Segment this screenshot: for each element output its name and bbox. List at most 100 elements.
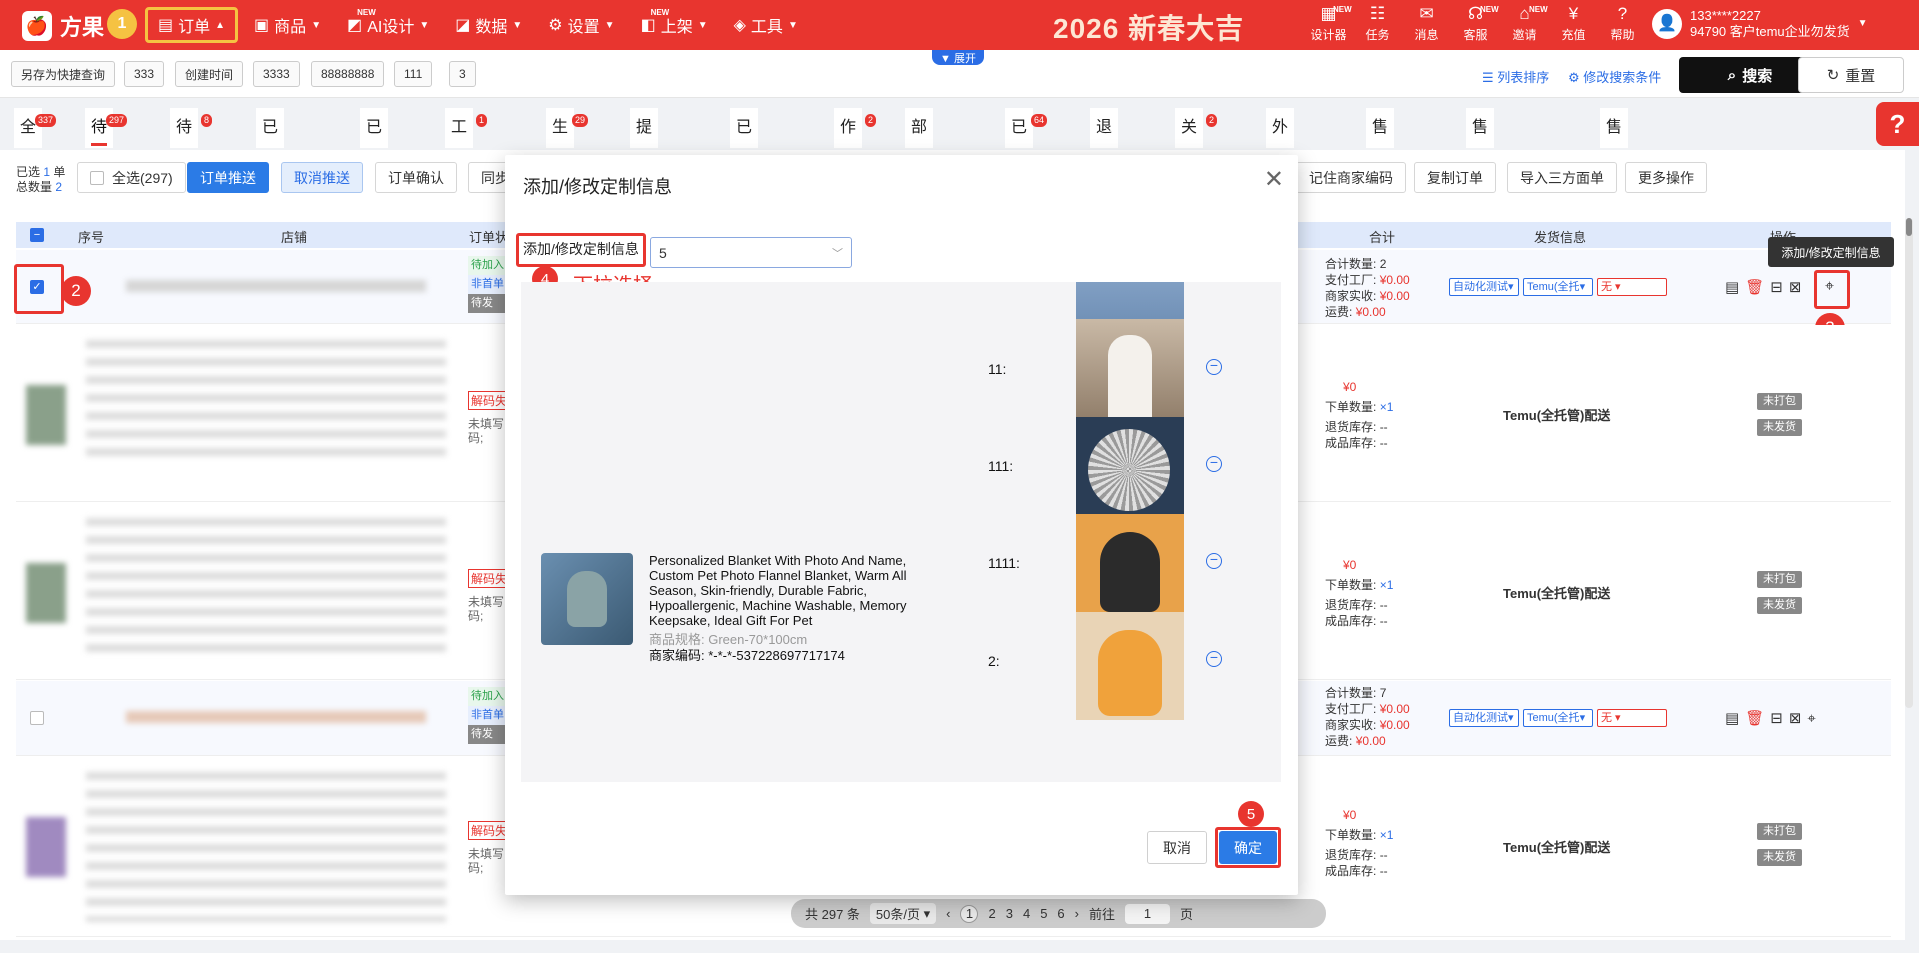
merge-icon[interactable]: ⊠	[1789, 279, 1808, 296]
customize-dropdown[interactable]: 5 ﹀	[650, 237, 852, 268]
tab-pending-sort[interactable]: 待整理297	[85, 108, 128, 216]
cancel-push-button[interactable]: 取消推送	[281, 162, 363, 193]
remove-item-icon[interactable]: −	[1206, 455, 1222, 472]
shelf-icon: ◧	[640, 17, 656, 34]
close-icon[interactable]: ✕	[1264, 165, 1284, 194]
list-sort-link[interactable]: ☰ 列表排序	[1482, 67, 1549, 86]
modify-search-link[interactable]: ⚙ 修改搜索条件	[1568, 67, 1661, 86]
remove-item-icon[interactable]: −	[1206, 358, 1222, 375]
trash-icon[interactable]: 🗑	[1745, 710, 1770, 727]
status-badge: 未打包	[1757, 571, 1802, 588]
select-all-checkbox[interactable]: 全选(297)	[77, 162, 186, 193]
tab-early-ship[interactable]: 提前发货	[630, 108, 659, 256]
cancel-button[interactable]: 取消	[1147, 831, 1207, 864]
goto-page-input[interactable]: 1	[1125, 903, 1171, 924]
tab-shipped[interactable]: 已发货64	[1005, 108, 1048, 216]
tool-invite[interactable]: NEW ⌂ 邀请	[1501, 4, 1548, 43]
tab-aftersale-submitted[interactable]: 售后已提交	[1466, 108, 1495, 296]
nav-goods[interactable]: ▣ 商品 ▼	[244, 7, 331, 43]
more-actions-button[interactable]: 更多操作	[1625, 162, 1707, 193]
header-checkbox[interactable]: −	[30, 228, 44, 242]
nav-settings[interactable]: ⚙ 设置 ▼	[538, 7, 624, 43]
tool-tasks[interactable]: ☷ 任务	[1354, 4, 1401, 43]
merge-icon[interactable]: ⊠	[1789, 710, 1808, 727]
tab-aftersale-done[interactable]: 售后完成	[1600, 108, 1629, 256]
tab-closed[interactable]: 关闭2	[1175, 108, 1218, 176]
page-5[interactable]: 5	[1040, 906, 1047, 921]
nav-ai-design[interactable]: NEW ◩ AI设计 ▼	[337, 7, 439, 43]
page-4[interactable]: 4	[1023, 906, 1030, 921]
new-year-banner: 2026 新春大吉	[1053, 13, 1245, 44]
page-3[interactable]: 3	[1006, 906, 1013, 921]
copy-order-button[interactable]: 复制订单	[1414, 162, 1496, 193]
document-icon[interactable]: ▤	[1725, 279, 1745, 296]
logistics-select[interactable]: 自动化测试▾	[1449, 278, 1519, 296]
tab-packed[interactable]: 已打包	[730, 108, 759, 216]
nav-data[interactable]: ◪ 数据 ▼	[445, 7, 532, 43]
shop-name-blurred	[126, 711, 426, 723]
tool-recharge[interactable]: ¥ 充值	[1550, 4, 1597, 43]
tab-in-production[interactable]: 生产中29	[546, 108, 589, 216]
tab-reversed[interactable]: 已反审	[256, 108, 285, 216]
tab-partial-ship[interactable]: 部分发货	[905, 108, 934, 256]
split-icon[interactable]: ⊟	[1770, 279, 1789, 296]
next-page-icon[interactable]: ›	[1075, 906, 1079, 921]
order-push-button[interactable]: 订单推送	[187, 162, 269, 193]
tool-messages[interactable]: ✉ 消息	[1403, 4, 1450, 43]
save-quick-query-button[interactable]: 另存为快捷查询	[11, 61, 116, 87]
customize-info-icon[interactable]: ⌖	[1807, 710, 1821, 727]
order-confirm-button[interactable]: 订单确认	[375, 162, 457, 193]
page-size-select[interactable]: 50条/页 ▾	[869, 903, 937, 924]
tab-pending-push[interactable]: 待推送8	[170, 108, 213, 216]
remember-merchant-code-button[interactable]: 记住商家编码	[1296, 162, 1406, 193]
split-icon[interactable]: ⊟	[1770, 710, 1789, 727]
user-menu[interactable]: 👤 133****2227 94790 客户temu企业勿发货 ▼	[1652, 8, 1868, 40]
channel-select[interactable]: Temu(全托▾	[1523, 709, 1593, 727]
tab-external-ship[interactable]: 外部发货	[1266, 108, 1295, 256]
warehouse-select[interactable]: 无 ▾	[1597, 278, 1667, 296]
reset-button[interactable]: ↻ 重置	[1798, 57, 1904, 93]
status-badge: 未发货	[1757, 849, 1802, 866]
tab-aftersale-draft[interactable]: 售后草稿	[1366, 108, 1395, 256]
quick-query-chip[interactable]: 111	[394, 61, 433, 87]
warehouse-select[interactable]: 无 ▾	[1597, 709, 1667, 727]
expand-toggle[interactable]: ▼ 展开	[932, 50, 984, 65]
quick-query-chip[interactable]: 创建时间	[175, 61, 244, 87]
page-1[interactable]: 1	[960, 904, 979, 923]
caret-down-icon: ▼	[311, 19, 322, 31]
row-checkbox[interactable]	[30, 711, 44, 725]
help-icon: ?	[1617, 4, 1628, 23]
nav-orders[interactable]: ▤ 订单 ▲	[145, 7, 239, 43]
quick-query-chip[interactable]: 333	[124, 61, 165, 87]
goods-icon: ▣	[254, 17, 270, 34]
trash-icon[interactable]: 🗑	[1745, 279, 1770, 296]
tab-locked[interactable]: 已锁单	[360, 108, 389, 216]
quick-query-chip[interactable]: 3333	[253, 61, 300, 87]
tab-factory-review[interactable]: 工厂待审1	[445, 108, 488, 256]
document-icon[interactable]: ▤	[1725, 710, 1745, 727]
import-waybill-button[interactable]: 导入三方面单	[1507, 162, 1617, 193]
tool-designer[interactable]: NEW ▦ 设计器	[1305, 4, 1352, 43]
quick-query-chip[interactable]: 3	[449, 61, 476, 87]
quick-query-chip[interactable]: 88888888	[311, 61, 385, 87]
search-icon: ⌕	[1727, 66, 1737, 84]
caret-down-icon: ▼	[419, 19, 430, 31]
nav-listing[interactable]: NEW ◧ 上架 ▼	[631, 7, 718, 43]
tab-void[interactable]: 作废2	[834, 108, 877, 176]
app-logo[interactable]: 🍎 方果	[22, 10, 104, 42]
prev-page-icon[interactable]: ‹	[946, 906, 950, 921]
remove-item-icon[interactable]: −	[1206, 650, 1222, 667]
help-float-icon[interactable]: ?	[1876, 102, 1919, 146]
logistics-select[interactable]: 自动化测试▾	[1449, 709, 1519, 727]
nav-tools[interactable]: ◈ 工具 ▼	[724, 7, 808, 43]
page-6[interactable]: 6	[1057, 906, 1064, 921]
remove-item-icon[interactable]: −	[1206, 552, 1222, 569]
tab-refunding[interactable]: 退款中	[1090, 108, 1119, 216]
yen-icon: ¥	[1568, 4, 1579, 23]
channel-select[interactable]: Temu(全托▾	[1523, 278, 1593, 296]
tab-all[interactable]: 全部337	[14, 108, 57, 176]
page-2[interactable]: 2	[988, 906, 995, 921]
tool-support[interactable]: NEW ☊ 客服	[1452, 4, 1499, 43]
tool-help[interactable]: ? 帮助	[1599, 4, 1646, 43]
vertical-scrollbar[interactable]	[1905, 218, 1913, 708]
